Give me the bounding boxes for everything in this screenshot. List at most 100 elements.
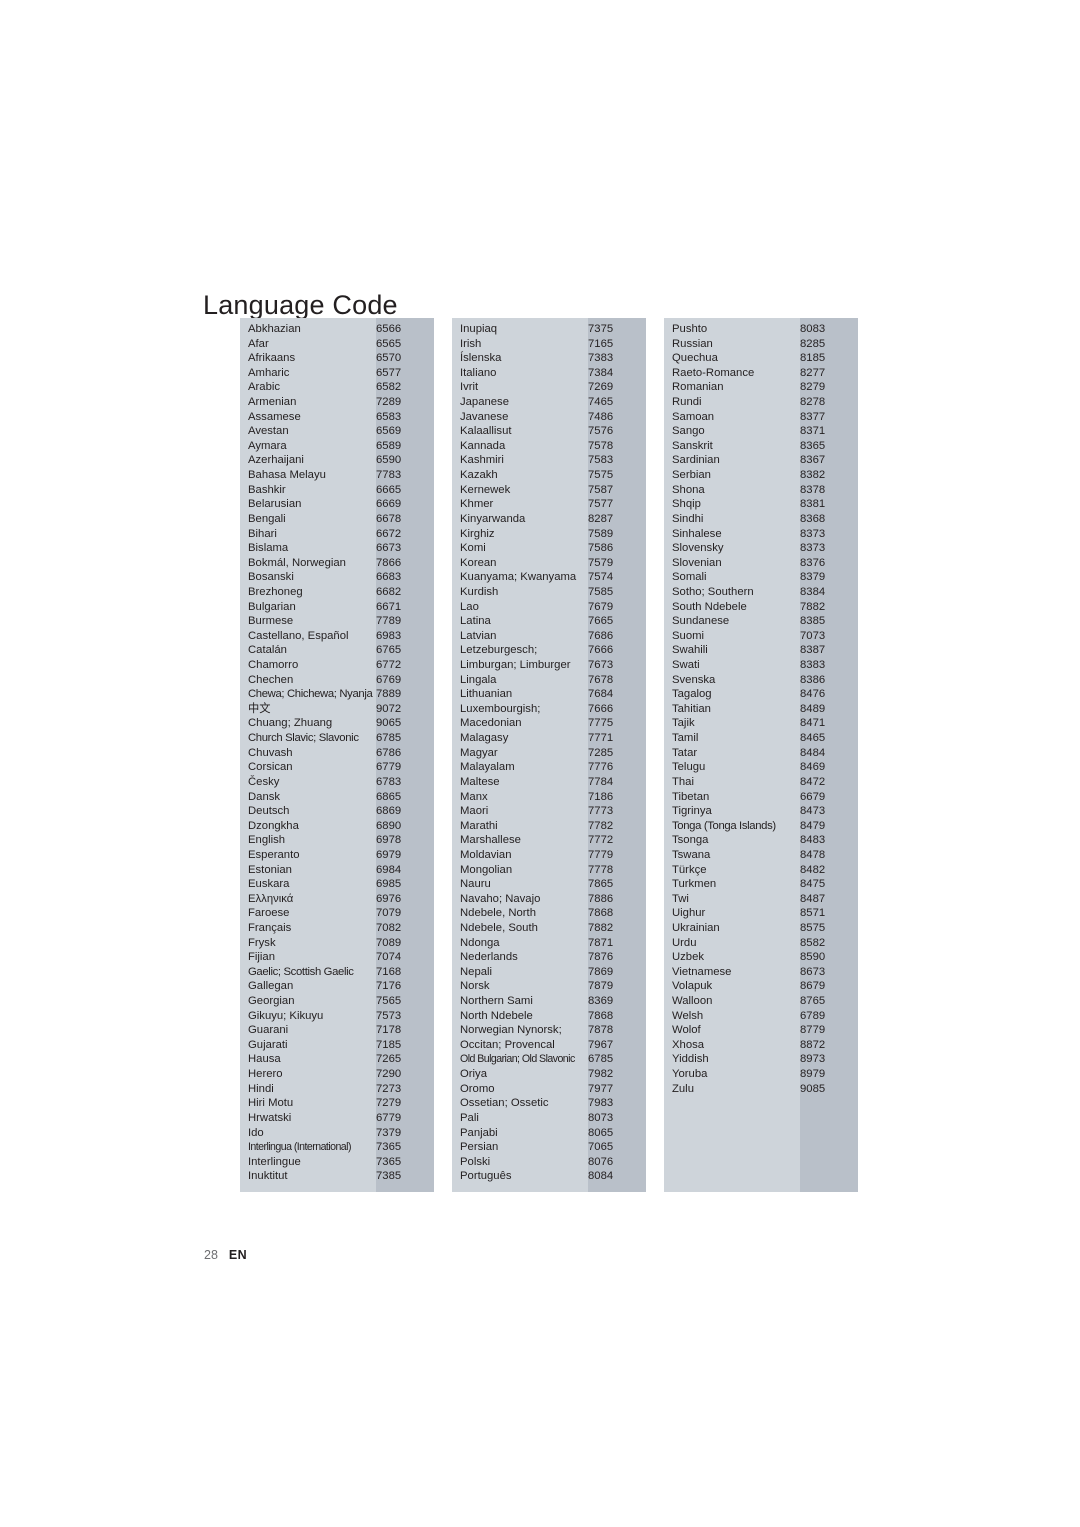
language-name: Luxembourgish; (460, 702, 541, 715)
language-code-value: 6779 (376, 761, 402, 774)
language-code-value: 7165 (588, 337, 614, 350)
language-name: Norwegian Nynorsk; (460, 1024, 562, 1037)
language-name: Maori (460, 805, 489, 818)
language-code-value: 8384 (800, 585, 826, 598)
language-code-row: Norsk 7879 (452, 979, 646, 994)
language-name: Fijian (248, 951, 275, 964)
language-code-value: 6985 (376, 878, 402, 891)
language-name: Walloon (672, 995, 713, 1008)
language-code-row: Hiri Motu 7279 (240, 1096, 434, 1111)
language-name: Ndebele, South (460, 921, 538, 934)
language-code-row: Navaho; Navajo 7886 (452, 892, 646, 907)
language-name: Norsk (460, 980, 490, 993)
language-name: Nederlands (460, 951, 518, 964)
language-name: Gaelic; Scottish Gaelic (248, 965, 354, 978)
language-name: Latina (460, 615, 491, 628)
language-code-row: Bokmál, Norwegian 7866 (240, 556, 434, 571)
language-code-row: Chamorro 6772 (240, 658, 434, 673)
language-code-row: Sundanese 8385 (664, 614, 858, 629)
language-name: Ελληνικά (248, 892, 294, 905)
language-code-value: 7782 (588, 819, 614, 832)
language-name: Navaho; Navajo (460, 892, 541, 905)
language-code-value: 8381 (800, 498, 826, 511)
language-name: Slovenian (672, 556, 722, 569)
language-code-row: Íslenska 7383 (452, 351, 646, 366)
language-code-row: Oriya 7982 (452, 1067, 646, 1082)
language-name: Tahitian (672, 702, 711, 715)
language-code-value: 6786 (376, 746, 402, 759)
language-code-row: Marathi 7782 (452, 819, 646, 834)
language-name: Česky (248, 775, 280, 788)
language-name: Yiddish (672, 1053, 709, 1066)
language-name: Romanian (672, 381, 724, 394)
language-code-row: Pushto 8083 (664, 322, 858, 337)
language-code-row: Ivrit 7269 (452, 380, 646, 395)
language-code-value: 8365 (800, 439, 826, 452)
language-code-row: Norwegian Nynorsk; 7878 (452, 1023, 646, 1038)
language-name: Somali (672, 571, 707, 584)
language-name: North Ndebele (460, 1009, 533, 1022)
language-name: Herero (248, 1068, 283, 1081)
language-code-value: 8382 (800, 469, 826, 482)
language-code-value: 8279 (800, 381, 826, 394)
language-code-value: 7383 (588, 352, 614, 365)
language-name: Ukrainian (672, 921, 720, 934)
language-code-value: 8376 (800, 556, 826, 569)
language-name: Castellano, Español (248, 629, 349, 642)
language-code-row: Uzbek 8590 (664, 950, 858, 965)
language-code-value: 7365 (376, 1155, 402, 1168)
language-name: Abkhazian (248, 323, 301, 335)
language-code-value: 7379 (376, 1126, 402, 1139)
language-code-value: 7779 (588, 848, 614, 861)
language-code-value: 9072 (376, 702, 402, 715)
language-code-value: 7977 (588, 1082, 614, 1095)
language-code-value: 7784 (588, 775, 614, 788)
language-code-value: 6671 (376, 600, 402, 613)
language-code-row: Japanese 7465 (452, 395, 646, 410)
language-code-value: 6570 (376, 352, 402, 365)
language-code-row: Ndebele, South 7882 (452, 921, 646, 936)
language-code-value: 8779 (800, 1024, 826, 1037)
language-name: Chamorro (248, 659, 299, 672)
language-code-value: 8973 (800, 1053, 826, 1066)
language-code-row: Moldavian 7779 (452, 848, 646, 863)
language-code-row: Abkhazian 6566 (240, 322, 434, 337)
language-name: Twi (672, 892, 689, 905)
language-name: Avestan (248, 425, 289, 438)
language-code-row: Church Slavic; Slavonic 6785 (240, 731, 434, 746)
language-code-value: 7882 (588, 921, 614, 934)
language-code-row: Esperanto 6979 (240, 848, 434, 863)
language-code-value: 8278 (800, 396, 826, 409)
language-name: Panjabi (460, 1126, 498, 1139)
language-name: Zulu (672, 1082, 694, 1095)
language-name: Macedonian (460, 717, 522, 730)
language-code-row: Gikuyu; Kikuyu 7573 (240, 1009, 434, 1024)
language-code-row: Chewa; Chichewa; Nyanja 7889 (240, 687, 434, 702)
language-code-row: North Ndebele 7868 (452, 1009, 646, 1024)
language-name: Euskara (248, 878, 290, 891)
language-code-value: 6869 (376, 805, 402, 818)
page-title: Language Code (203, 290, 398, 321)
language-name: Tigrinya (672, 805, 712, 818)
language-name: Italiano (460, 366, 497, 379)
language-name: Uighur (672, 907, 706, 920)
language-name: Georgian (248, 995, 295, 1008)
language-code-row: Ελληνικά 6976 (240, 892, 434, 907)
language-code-value: 7578 (588, 439, 614, 452)
language-code-value: 7882 (800, 600, 826, 613)
language-code-row: Tonga (Tonga Islands) 8479 (664, 819, 858, 834)
language-code-row: Mongolian 7778 (452, 863, 646, 878)
language-code-row: Chuvash 6786 (240, 746, 434, 761)
language-name: Armenian (248, 396, 297, 409)
language-code-row: Česky 6783 (240, 775, 434, 790)
language-code-value: 8473 (800, 805, 826, 818)
language-code-row-empty (664, 1155, 858, 1170)
language-code-row: Fijian 7074 (240, 950, 434, 965)
language-code-value: 7886 (588, 892, 614, 905)
language-code-row: Tagalog 8476 (664, 687, 858, 702)
language-code-row: Bihari 6672 (240, 527, 434, 542)
language-name: Arabic (248, 381, 281, 394)
language-code-value: 8378 (800, 483, 826, 496)
language-code-row: Tahitian 8489 (664, 702, 858, 717)
language-name: Yoruba (672, 1068, 708, 1081)
